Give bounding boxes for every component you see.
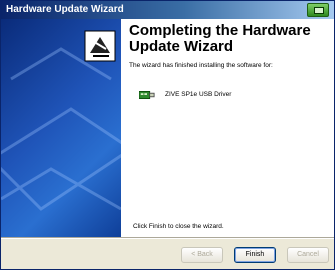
wizard-heading: Completing the Hardware Update Wizard: [129, 22, 311, 55]
banner-art: [1, 30, 121, 211]
help-icon[interactable]: [307, 3, 329, 17]
finish-hint: Click Finish to close the wizard.: [133, 223, 224, 230]
finish-button[interactable]: Finish: [234, 247, 276, 263]
wizard-side-banner: [1, 19, 121, 237]
cancel-button[interactable]: Cancel: [287, 247, 329, 263]
usb-driver-icon: [139, 91, 155, 99]
footer-separator: [1, 237, 334, 239]
device-name: ZIVE SP1e USB Driver: [165, 91, 232, 98]
hardware-wizard-icon: [84, 30, 116, 62]
window-title: Hardware Update Wizard: [6, 4, 124, 15]
hardware-update-wizard-window: Hardware Update Wizard Completing the Ha…: [0, 0, 335, 270]
wizard-client-area: Completing the Hardware Update Wizard Th…: [1, 19, 334, 237]
title-bar[interactable]: Hardware Update Wizard: [1, 1, 334, 19]
wizard-description: The wizard has finished installing the s…: [129, 62, 273, 69]
back-button[interactable]: < Back: [181, 247, 223, 263]
wizard-content: Completing the Hardware Update Wizard Th…: [129, 23, 329, 70]
